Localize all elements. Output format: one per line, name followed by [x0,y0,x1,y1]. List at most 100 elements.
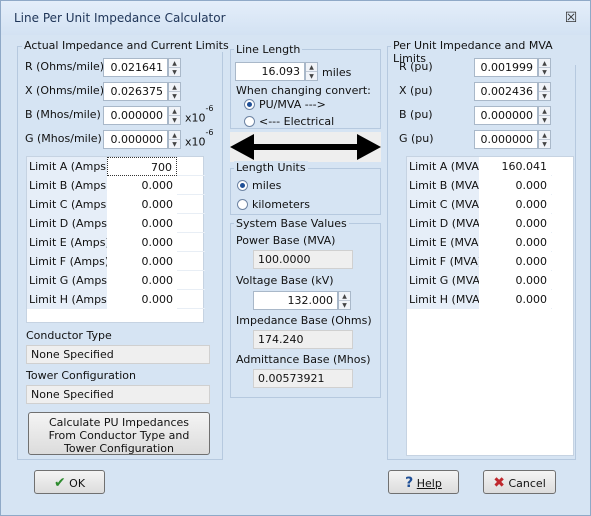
limit-b-mva-field[interactable]: 0.000 [479,176,551,195]
cancel-button[interactable]: ✖ Cancel [483,470,556,494]
r-actual-input[interactable]: 0.021641 [103,58,168,77]
b-pu-spinner[interactable]: ▲ ▼ [538,106,551,125]
radio-pu-mva[interactable] [244,99,255,110]
x-actual-spinner[interactable]: ▲ ▼ [168,82,181,101]
radio-miles-label[interactable]: miles [252,179,281,192]
power-base-label: Power Base (MVA) [236,234,336,247]
spin-up-icon[interactable]: ▲ [169,107,180,116]
help-button[interactable]: ? Help [388,470,459,494]
spin-down-icon[interactable]: ▼ [169,68,180,77]
limit-f-mva-field[interactable]: 0.000 [479,252,551,271]
limit-c-amps-input[interactable]: 0.000 [107,195,177,214]
admittance-base-field[interactable]: 0.00573921 [253,369,353,388]
dialog-window: Line Per Unit Impedance Calculator ☒ Act… [0,0,591,516]
spin-up-icon[interactable]: ▲ [169,83,180,92]
conductor-type-label: Conductor Type [26,329,112,342]
radio-kilometers[interactable] [237,199,248,210]
conductor-type-field[interactable]: None Specified [26,345,210,364]
radio-pu-mva-label[interactable]: PU/MVA ---> [259,98,326,111]
x-pu-input[interactable]: 0.002436 [474,82,538,101]
spin-down-icon[interactable]: ▼ [169,92,180,101]
limit-label: Limit B (MVA) [407,176,483,195]
r-pu-spinner[interactable]: ▲ ▼ [538,58,551,77]
spin-up-icon[interactable]: ▲ [539,107,550,116]
line-length-input[interactable]: 16.093 [235,62,305,81]
spin-up-icon[interactable]: ▲ [169,131,180,140]
limit-d-amps-input[interactable]: 0.000 [107,214,177,233]
g-unit-text: x10 [185,135,206,149]
radio-electrical-label[interactable]: <--- Electrical [259,115,334,128]
amps-limits-table: Limit A (Amps) 700 Limit B (Amps) 0.000 Li… [26,156,205,323]
spin-down-icon[interactable]: ▼ [169,116,180,125]
spin-down-icon[interactable]: ▼ [306,72,317,81]
line-length-spinner[interactable]: ▲ ▼ [305,62,318,81]
g-actual-spinner[interactable]: ▲ ▼ [168,130,181,149]
limit-a-mva-field[interactable]: 160.041 [479,157,551,176]
g-pu-input[interactable]: 0.000000 [474,130,538,149]
spin-down-icon[interactable]: ▼ [539,140,550,149]
line-length-label: Line Length [234,43,303,56]
spin-down-icon[interactable]: ▼ [339,301,350,310]
b-pu-label: B (pu) [399,108,433,121]
limit-f-amps-input[interactable]: 0.000 [107,252,177,271]
limit-e-amps-input[interactable]: 0.000 [107,233,177,252]
b-unit-text: x10 [185,111,206,125]
voltage-base-input[interactable]: 132.000 [253,291,338,310]
g-pu-spinner[interactable]: ▲ ▼ [538,130,551,149]
impedance-base-label: Impedance Base (Ohms) [236,314,372,327]
tower-config-field[interactable]: None Specified [26,385,210,404]
power-base-field[interactable]: 100.0000 [253,250,353,269]
voltage-base-spinner[interactable]: ▲ ▼ [338,291,351,310]
limit-a-amps-input[interactable]: 700 [107,157,177,176]
question-icon: ? [405,475,414,491]
table-row: Limit E (Amps) 0.000 [27,233,205,252]
check-icon: ✔ [53,475,66,491]
ok-button[interactable]: ✔ OK [34,470,105,494]
r-pu-input[interactable]: 0.001999 [474,58,538,77]
tower-config-label: Tower Configuration [26,369,136,382]
g-actual-input[interactable]: 0.000000 [103,130,168,149]
limit-c-mva-field[interactable]: 0.000 [479,195,551,214]
limit-b-amps-input[interactable]: 0.000 [107,176,177,195]
spin-down-icon[interactable]: ▼ [539,68,550,77]
g-unit-exponent: -6 [205,128,214,137]
arrow-band [230,132,381,162]
table-row: Limit H (MVA) 0.000 [407,290,552,309]
limit-h-amps-input[interactable]: 0.000 [107,290,177,309]
b-actual-input[interactable]: 0.000000 [103,106,168,125]
radio-kilometers-label[interactable]: kilometers [252,198,310,211]
limit-label: Limit G (MVA) [407,271,484,290]
r-actual-label: R (Ohms/mile) [25,60,105,73]
close-icon[interactable]: ☒ [561,9,581,27]
limit-g-mva-field[interactable]: 0.000 [479,271,551,290]
limit-label: Limit F (MVA) [407,252,482,271]
r-actual-spinner[interactable]: ▲ ▼ [168,58,181,77]
spin-up-icon[interactable]: ▲ [539,59,550,68]
table-row: Limit G (Amps) 0.000 [27,271,205,290]
b-pu-input[interactable]: 0.000000 [474,106,538,125]
impedance-base-field[interactable]: 174.240 [253,330,353,349]
limit-h-mva-field[interactable]: 0.000 [479,290,551,309]
radio-miles[interactable] [237,180,248,191]
spin-down-icon[interactable]: ▼ [539,92,550,101]
b-actual-spinner[interactable]: ▲ ▼ [168,106,181,125]
b-actual-unit: x10-6 [185,104,214,125]
spin-up-icon[interactable]: ▲ [539,83,550,92]
calculate-pu-button[interactable]: Calculate PU Impedances From Conductor T… [28,412,210,455]
spin-up-icon[interactable]: ▲ [169,59,180,68]
x-pu-spinner[interactable]: ▲ ▼ [538,82,551,101]
r-pu-label: R (pu) [399,60,433,73]
limit-e-mva-field[interactable]: 0.000 [479,233,551,252]
limit-g-amps-input[interactable]: 0.000 [107,271,177,290]
limit-d-mva-field[interactable]: 0.000 [479,214,551,233]
spin-up-icon[interactable]: ▲ [306,63,317,72]
spin-down-icon[interactable]: ▼ [539,116,550,125]
table-row: Limit D (Amps) 0.000 [27,214,205,233]
table-row: Limit F (MVA) 0.000 [407,252,552,271]
spin-down-icon[interactable]: ▼ [169,140,180,149]
limit-label: Limit E (Amps) [27,233,110,252]
radio-electrical[interactable] [244,116,255,127]
spin-up-icon[interactable]: ▲ [339,292,350,301]
x-actual-input[interactable]: 0.026375 [103,82,168,101]
spin-up-icon[interactable]: ▲ [539,131,550,140]
